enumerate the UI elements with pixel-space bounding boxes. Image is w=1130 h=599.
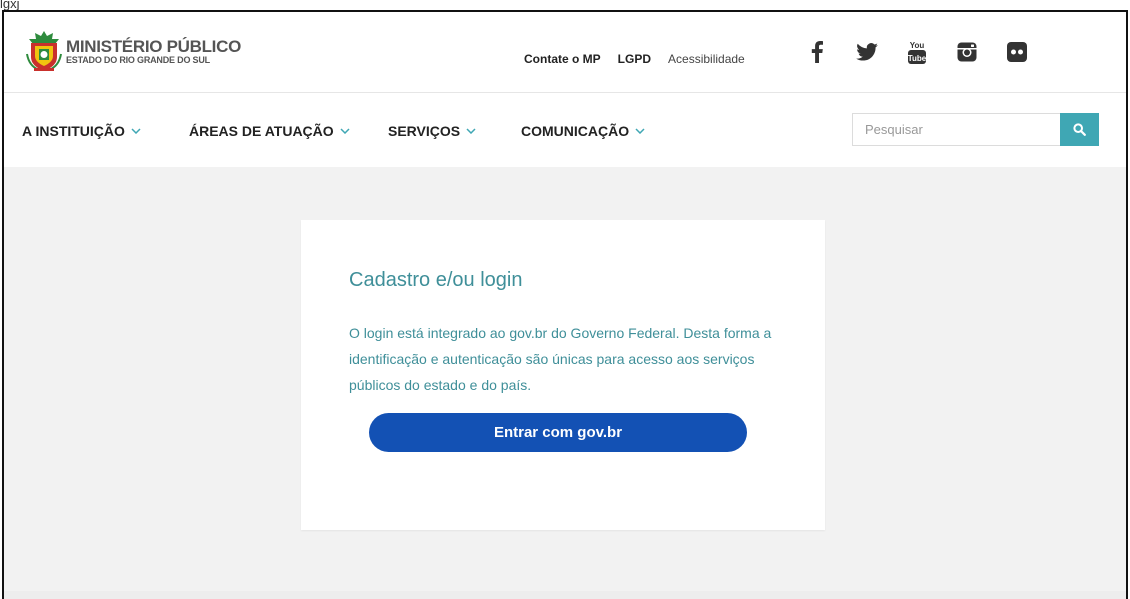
- youtube-label-bottom: Tube: [908, 54, 927, 63]
- top-bar: MINISTÉRIO PÚBLICO ESTADO DO RIO GRANDE …: [4, 12, 1126, 92]
- search-icon: [1073, 123, 1086, 136]
- twitter-icon[interactable]: [854, 38, 880, 66]
- main-content: Cadastro e/ou login O login está integra…: [4, 167, 1126, 591]
- accessibility-link[interactable]: Acessibilidade: [668, 52, 745, 66]
- site-logo[interactable]: MINISTÉRIO PÚBLICO ESTADO DO RIO GRANDE …: [26, 30, 241, 72]
- nav-item-label: SERVIÇOS: [388, 123, 461, 139]
- nav-item-label: COMUNICAÇÃO: [521, 123, 630, 139]
- card-description: O login está integrado ao gov.br do Gove…: [349, 325, 772, 393]
- login-card: Cadastro e/ou login O login está integra…: [301, 220, 825, 530]
- chevron-down-icon: [340, 128, 350, 134]
- youtube-icon[interactable]: You Tube: [904, 38, 930, 66]
- contact-link[interactable]: Contate o MP: [524, 52, 601, 66]
- nav-item-instituicao[interactable]: A INSTITUIÇÃO: [22, 123, 141, 139]
- nav-item-areas-de-atuacao[interactable]: ÁREAS DE ATUAÇÃO: [189, 123, 350, 139]
- coat-of-arms-icon: [26, 31, 62, 71]
- search-input[interactable]: [852, 113, 1060, 146]
- footer-strip: [4, 591, 1126, 599]
- nav-item-servicos[interactable]: SERVIÇOS: [388, 123, 476, 139]
- card-title: Cadastro e/ou login: [349, 269, 523, 291]
- facebook-icon[interactable]: [804, 38, 830, 66]
- logo-subtitle: ESTADO DO RIO GRANDE DO SUL: [66, 54, 210, 65]
- youtube-label-top: You: [910, 41, 925, 50]
- chevron-down-icon: [635, 128, 645, 134]
- chevron-down-icon: [131, 128, 141, 134]
- page-top-cutoff-text: lgxj: [0, 0, 20, 10]
- logo-title: MINISTÉRIO PÚBLICO: [66, 36, 241, 56]
- instagram-icon[interactable]: [954, 38, 980, 66]
- search-button[interactable]: [1060, 113, 1099, 146]
- nav-item-comunicacao[interactable]: COMUNICAÇÃO: [521, 123, 645, 139]
- search-box: [852, 113, 1099, 146]
- lgpd-link[interactable]: LGPD: [618, 52, 651, 66]
- govbr-login-button[interactable]: Entrar com gov.br: [369, 413, 747, 452]
- chevron-down-icon: [466, 128, 476, 134]
- main-nav: A INSTITUIÇÃO ÁREAS DE ATUAÇÃO SERVIÇOS …: [4, 92, 1126, 168]
- nav-item-label: ÁREAS DE ATUAÇÃO: [189, 123, 334, 139]
- nav-item-label: A INSTITUIÇÃO: [22, 123, 125, 139]
- social-links: You Tube: [804, 38, 1030, 66]
- flickr-icon[interactable]: [1004, 38, 1030, 66]
- browser-page: MINISTÉRIO PÚBLICO ESTADO DO RIO GRANDE …: [2, 10, 1128, 599]
